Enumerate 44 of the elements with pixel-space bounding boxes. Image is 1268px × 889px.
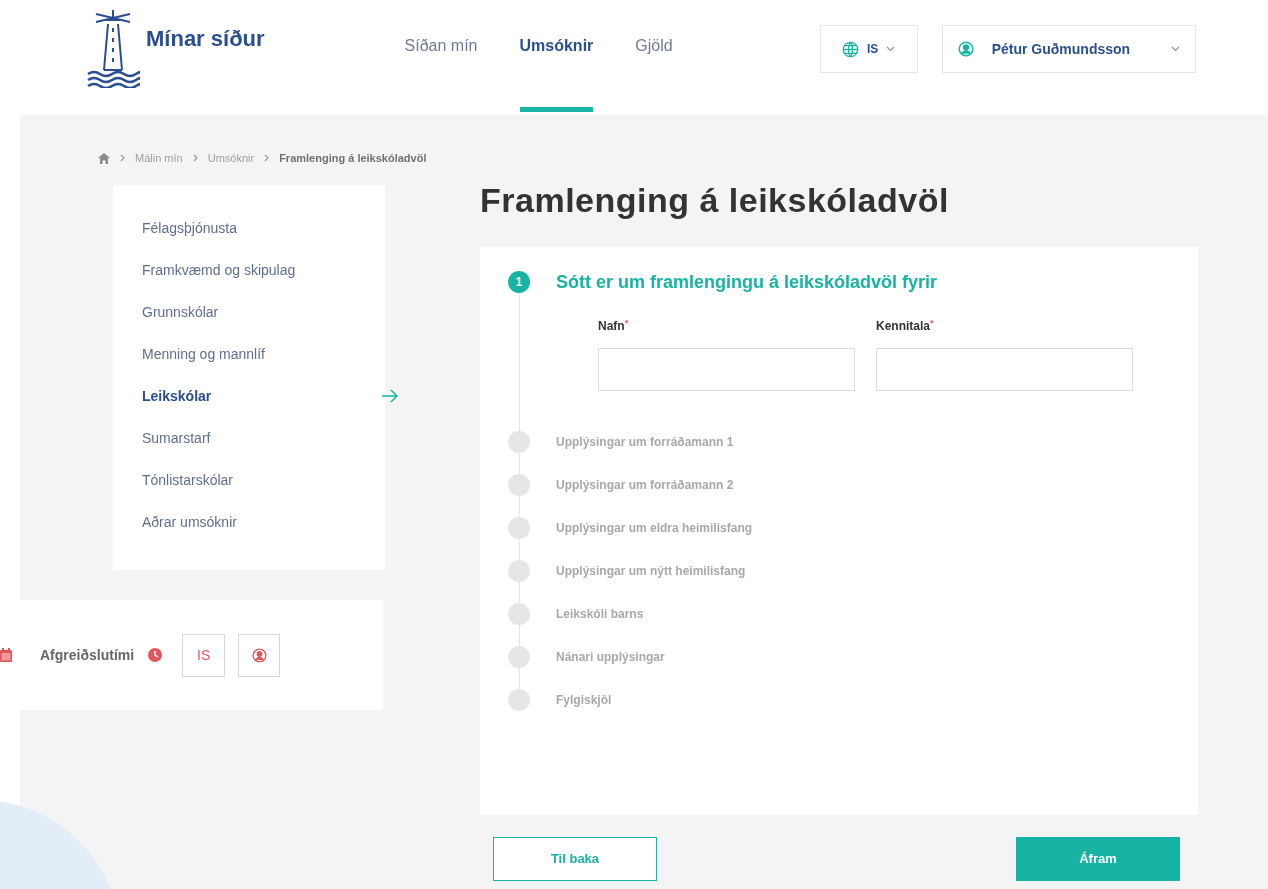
user-button[interactable] bbox=[238, 633, 281, 677]
sidebar-item[interactable]: Menning og mannlíf bbox=[142, 343, 265, 365]
sidebar-item[interactable]: Tónlistarskólar bbox=[142, 469, 234, 491]
user-icon bbox=[251, 647, 267, 663]
step-title: Leikskóli barns bbox=[556, 606, 644, 623]
page-title: Framlenging á leikskóladvöl bbox=[480, 180, 950, 221]
step-title: Upplýsingar um eldra heimilisfang bbox=[556, 520, 753, 537]
language-button[interactable]: IS bbox=[182, 633, 226, 677]
text-input-field[interactable] bbox=[876, 348, 1133, 391]
required-asterisk: * bbox=[930, 317, 934, 328]
globe-icon bbox=[842, 40, 859, 58]
chevron-down-icon bbox=[886, 46, 896, 52]
opening-hours-label: Afgreiðslutími bbox=[40, 645, 135, 665]
step-title: Fylgiskjöl bbox=[556, 692, 612, 709]
step-title: Upplýsingar um nýtt heimilisfang bbox=[556, 563, 746, 580]
nav-tab[interactable]: Gjöld bbox=[635, 0, 673, 112]
field-label: Kennitala$^{*}$ bbox=[876, 317, 935, 335]
nav-tab[interactable]: Síðan mín bbox=[404, 0, 478, 112]
clock-icon bbox=[148, 648, 163, 662]
chevron-right-icon bbox=[264, 154, 270, 162]
breadcrumb-link[interactable]: Framlenging á leikskóladvöl bbox=[279, 149, 427, 167]
language-dropdown[interactable]: IS bbox=[819, 25, 918, 73]
step-title: Sótt er um framlengingu á leikskóladvöl fyrir bbox=[556, 271, 939, 293]
sidebar-item[interactable]: Framkvæmd og skipulag bbox=[142, 259, 296, 281]
text-input-field[interactable] bbox=[598, 348, 855, 391]
logo-text[interactable]: Mínar síður bbox=[146, 21, 265, 55]
step-title: Upplýsingar um forráðamann 1 bbox=[556, 434, 734, 451]
user-icon bbox=[957, 41, 974, 57]
sidebar-item[interactable]: Grunnskólar bbox=[142, 301, 219, 323]
sidebar-item[interactable]: Félagsþjónusta bbox=[142, 217, 237, 239]
lighthouse-logo-icon bbox=[86, 8, 140, 88]
field-label: Nafn$^{*}$ bbox=[598, 317, 630, 335]
arrow-right-icon bbox=[381, 389, 399, 403]
sidebar-item[interactable]: Sumarstarf bbox=[142, 427, 211, 449]
chevron-down-icon bbox=[1170, 46, 1180, 52]
home-icon[interactable] bbox=[98, 152, 110, 164]
required-asterisk: * bbox=[624, 317, 629, 328]
step-title: Upplýsingar um forráðamann 2 bbox=[556, 477, 734, 494]
chevron-right-icon bbox=[120, 154, 125, 162]
sidebar-item[interactable]: Aðrar umsóknir bbox=[142, 511, 237, 533]
user-dropdown[interactable]: Pétur Guðmundsson bbox=[941, 25, 1196, 73]
chevron-right-icon bbox=[192, 154, 198, 162]
step-title: Nánari upplýsingar bbox=[556, 649, 665, 666]
sidebar-item[interactable]: Leikskólar bbox=[142, 385, 212, 407]
